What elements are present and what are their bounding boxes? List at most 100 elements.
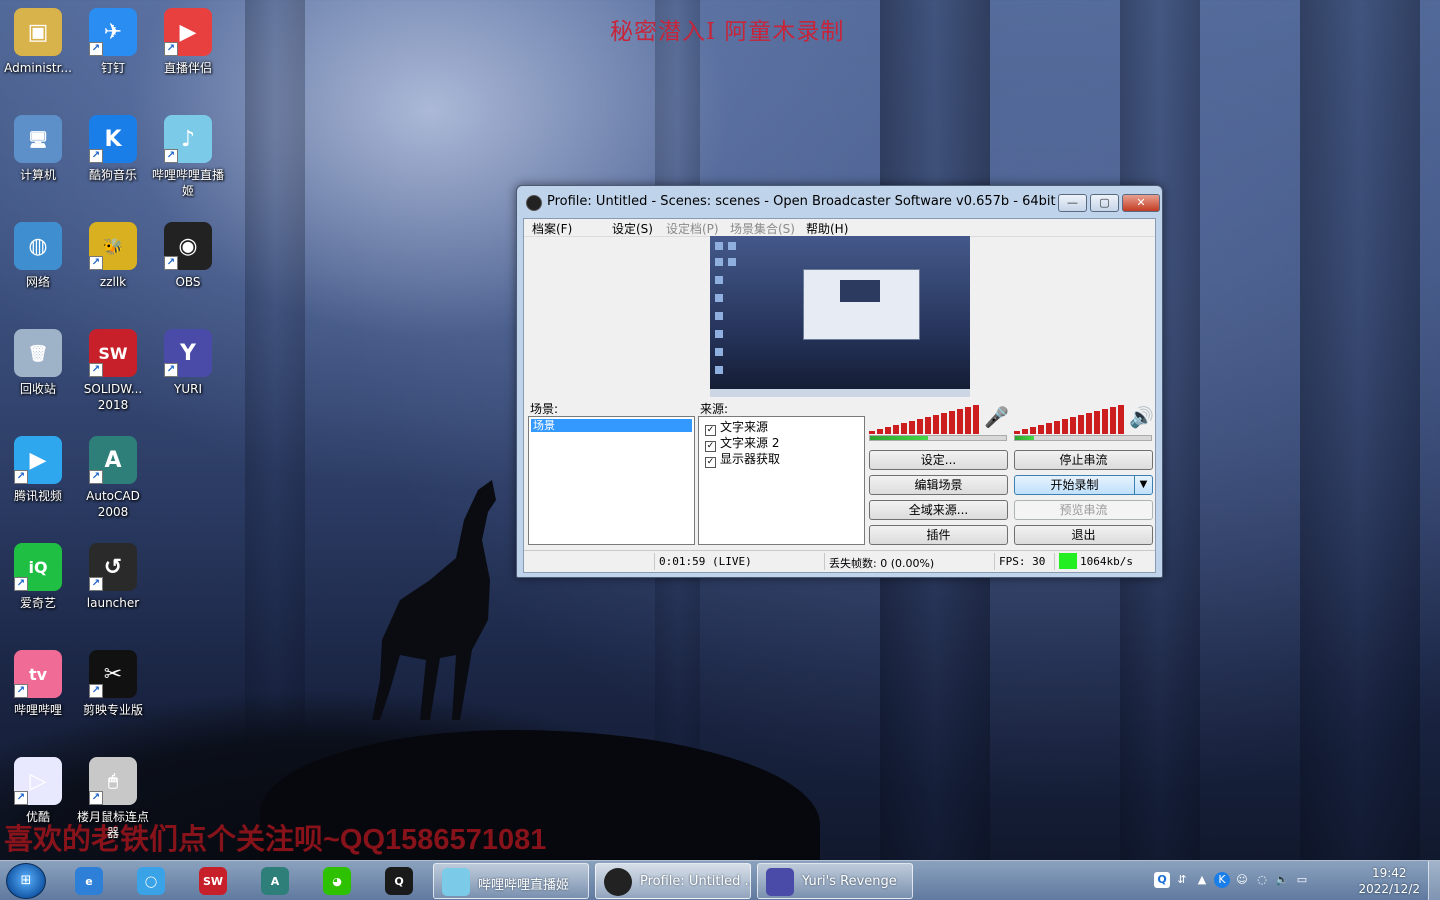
preview-icon [715, 258, 723, 266]
show-desktop-button[interactable] [1428, 861, 1440, 900]
source-item[interactable]: ✓ 显示器获取 [705, 452, 781, 468]
menu-settings[interactable]: 设定(S) [612, 220, 653, 237]
desktop-icon[interactable]: ▷ ↗ 优酷 [0, 757, 76, 825]
desktop-icon[interactable]: 🖥 计算机 [0, 115, 76, 183]
wifi-tray-icon[interactable]: ◌ [1254, 872, 1270, 888]
show-hidden-icons[interactable]: ▲ [1194, 872, 1210, 888]
menu-file[interactable]: 档案(F) [532, 220, 572, 237]
meter-bar [1102, 409, 1108, 434]
bilibili-icon: tv ↗ [14, 650, 62, 698]
scenes-list[interactable]: 场景 [528, 416, 695, 545]
taskbar-yuri[interactable]: Yuri's Revenge [757, 863, 913, 899]
shortcut-arrow-icon: ↗ [164, 363, 178, 377]
title-bar[interactable]: Profile: Untitled - Scenes: scenes - Ope… [517, 186, 1162, 218]
maximize-button[interactable]: ▢ [1090, 194, 1119, 212]
kugou-tray-icon[interactable]: K [1214, 872, 1230, 888]
kugou-icon: K ↗ [89, 115, 137, 163]
taskbar-pinned-app[interactable]: Q [376, 864, 422, 898]
taskbar-obs[interactable]: Profile: Untitled ... [595, 863, 751, 899]
dropped-frames: 丢失帧数: 0 (0.00%) [829, 557, 935, 570]
menu-profile[interactable]: 设定档(P) [666, 220, 719, 237]
desktop-icon-label: 计算机 [19, 168, 56, 182]
desktop-icon[interactable]: 🖱 ↗ 楼月鼠标连点器 [75, 757, 151, 841]
obs-window[interactable]: Profile: Untitled - Scenes: scenes - Ope… [516, 185, 1163, 578]
scene-item[interactable]: 场景 [531, 419, 692, 432]
mic-volume-meter[interactable] [869, 402, 979, 434]
display-tray-icon[interactable]: ▭ [1294, 872, 1310, 888]
checkbox-checked[interactable]: ✓ [705, 457, 716, 468]
desktop-icon[interactable]: tv ↗ 哔哩哔哩 [0, 650, 76, 718]
desktop-icon[interactable]: ◉ ↗ OBS [150, 222, 226, 290]
desktop-icon[interactable]: iQ ↗ 爱奇艺 [0, 543, 76, 611]
exit-button[interactable]: 退出 [1014, 525, 1153, 545]
stream-time: 0:01:59 (LIVE) [659, 555, 752, 568]
desktop-icon[interactable]: ▶ ↗ 直播伴侣 [150, 8, 226, 76]
mic-level-fill [870, 436, 929, 440]
desktop-icon[interactable]: ↺ ↗ launcher [75, 543, 151, 611]
volume-tray-icon[interactable]: 🔈 [1274, 872, 1290, 888]
menu-help[interactable]: 帮助(H) [806, 220, 848, 237]
plugins-button[interactable]: 插件 [869, 525, 1008, 545]
start-recording-button[interactable]: 开始录制 ▼ [1014, 475, 1153, 495]
stop-streaming-button[interactable]: 停止串流 [1014, 450, 1153, 470]
edit-scene-button[interactable]: 编辑场景 [869, 475, 1008, 495]
desktop-icon[interactable]: ✈ ↗ 钉钉 [75, 8, 151, 76]
meter-bar [1110, 407, 1116, 434]
stream-preview [710, 236, 970, 397]
desktop-icon-label: 爱奇艺 [19, 596, 56, 610]
close-button[interactable]: ✕ [1122, 194, 1160, 212]
recycle-bin-icon: 🗑 [14, 329, 62, 377]
speaker-icon[interactable]: 🔊 [1129, 405, 1154, 429]
minimize-button[interactable]: — [1058, 194, 1087, 212]
preview-icon [728, 242, 736, 250]
desktop-icon[interactable]: ♪ ↗ 哔哩哔哩直播姬 [150, 115, 226, 199]
desktop-icon[interactable]: Y ↗ YURI [150, 329, 226, 397]
meter-bar [1014, 431, 1020, 434]
preview-icon [715, 242, 723, 250]
microphone-icon[interactable]: 🎤 [984, 405, 1009, 429]
desktop-icon-label: 回收站 [19, 382, 56, 396]
settings-button[interactable]: 设定... [869, 450, 1008, 470]
meter-bar [901, 423, 907, 434]
preview-icon [715, 348, 723, 356]
taskbar-pinned-app[interactable]: A [252, 864, 298, 898]
desktop-icon-label: 网络 [25, 275, 50, 289]
source-label: 显示器获取 [720, 452, 781, 466]
preview-stream-button[interactable]: 预览串流 [1014, 500, 1153, 520]
desktop-icon[interactable]: A ↗ AutoCAD 2008 [75, 436, 151, 520]
desktop-icon[interactable]: ◍ 网络 [0, 222, 76, 290]
source-item[interactable]: ✓ 文字来源 2 [705, 436, 779, 452]
taskbar-pinned-app[interactable]: SW [190, 864, 236, 898]
desktop-icon[interactable]: ✂ ↗ 剪映专业版 [75, 650, 151, 718]
sources-list[interactable]: ✓ 文字来源 ✓ 文字来源 2 ✓ 显示器获取 [698, 416, 865, 545]
solidworks-icon: SW ↗ [89, 329, 137, 377]
user-tray-icon[interactable]: ☺ [1234, 872, 1250, 888]
desktop-icon[interactable]: ▶ ↗ 腾讯视频 [0, 436, 76, 504]
desktop-icon[interactable]: 🗑 回收站 [0, 329, 76, 397]
computer-icon: 🖥 [14, 115, 62, 163]
desktop-icon[interactable]: 🐝 ↗ zzllk [75, 222, 151, 290]
desktop-icon[interactable]: SW ↗ SOLIDW... 2018 [75, 329, 151, 413]
meter-bar [877, 429, 883, 434]
network-adapter-icon[interactable]: ⇵ [1174, 872, 1190, 888]
dropdown-arrow-icon[interactable]: ▼ [1134, 476, 1152, 494]
taskbar-pinned-app[interactable]: ◯ [128, 864, 174, 898]
taskbar-pinned-app[interactable]: ◕ [314, 864, 360, 898]
desktop-icon[interactable]: ▣ Administr... [0, 8, 76, 76]
desktop-volume-meter[interactable] [1014, 402, 1124, 434]
menu-scene-collection[interactable]: 场景集合(S) [730, 220, 795, 237]
preview-taskbar [710, 389, 970, 397]
shortcut-arrow-icon: ↗ [89, 363, 103, 377]
start-button[interactable]: ⊞ [6, 863, 46, 899]
desktop-icon[interactable]: K ↗ 酷狗音乐 [75, 115, 151, 183]
clock[interactable]: 19:42 2022/12/2 [1358, 865, 1420, 897]
source-item[interactable]: ✓ 文字来源 [705, 420, 768, 436]
search-tray-icon[interactable]: Q [1154, 872, 1170, 888]
shortcut-arrow-icon: ↗ [164, 149, 178, 163]
checkbox-checked[interactable]: ✓ [705, 441, 716, 452]
global-sources-button[interactable]: 全域来源... [869, 500, 1008, 520]
taskbar-bilibili-live[interactable]: 哔哩哔哩直播姬 [433, 863, 589, 899]
solidworks-icon: SW [199, 867, 227, 895]
checkbox-checked[interactable]: ✓ [705, 425, 716, 436]
taskbar-pinned-app[interactable]: e [66, 864, 112, 898]
